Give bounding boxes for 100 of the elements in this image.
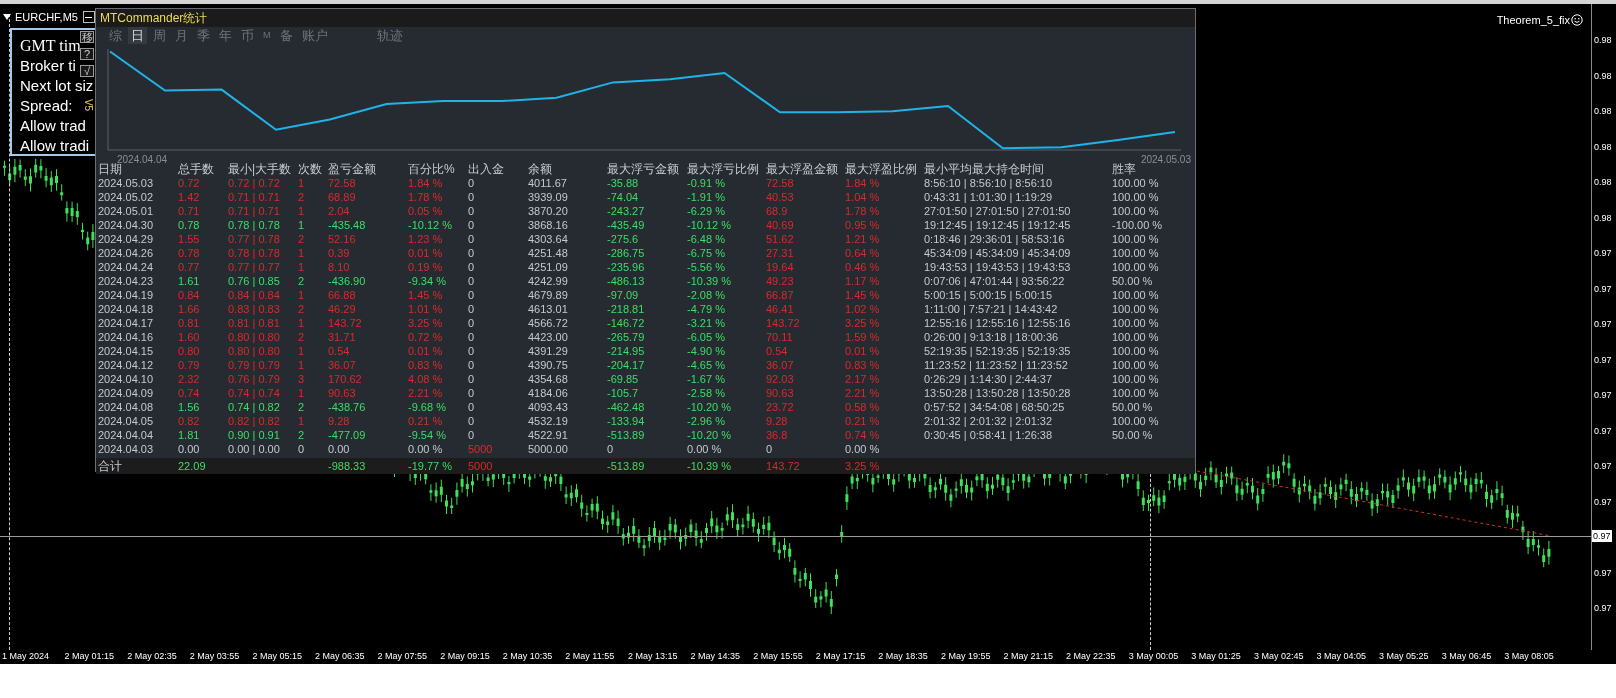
table-cell-text: 0 — [468, 274, 476, 288]
axis-label: 2024.05.03 — [1140, 153, 1191, 167]
price-label: 0.97 — [1594, 247, 1612, 259]
table-cell-text: 4532.19 — [528, 414, 569, 428]
tab[interactable]: 周 — [150, 27, 169, 44]
table-cell-text: 0.21 % — [408, 414, 444, 428]
info-line: Broker ti — [20, 56, 76, 76]
table-cell-text: 0.64 % — [845, 246, 881, 260]
table-cell-text: 2 — [298, 274, 306, 288]
table-cell-text: 100.00 % — [1112, 176, 1160, 190]
time-label: 2 May 11:55 — [565, 650, 616, 664]
tab[interactable]: 综 — [106, 27, 125, 44]
table-cell-text: 0.79 | 0.79 — [228, 358, 281, 372]
table-cell-text: -243.27 — [607, 204, 646, 218]
table-cell-text: 5000 — [468, 442, 494, 456]
panel-button[interactable]: √ — [80, 65, 94, 77]
table-cell-text: -10.20 % — [687, 428, 733, 442]
table-cell-text: 0 — [468, 344, 476, 358]
table-cell-text: 1 — [298, 414, 306, 428]
table-cell-text: 0.78 — [178, 246, 201, 260]
column-header: 余额 — [528, 162, 553, 176]
table-cell-text: -435.48 — [328, 218, 367, 232]
time-label: 3 May 06:45 — [1441, 650, 1493, 664]
table-cell-text: 50.00 % — [1112, 274, 1154, 288]
table-cell-text: 0.72 % — [408, 330, 444, 344]
table-cell-text: 4.08 % — [408, 372, 444, 386]
tab[interactable]: 轨迹 — [373, 27, 406, 44]
table-cell-text: 72.58 — [328, 176, 357, 190]
tab[interactable]: 季 — [194, 27, 213, 44]
time-label: 2 May 17:15 — [815, 650, 867, 664]
table-cell-text: 2024.04.15 — [98, 344, 155, 358]
table-cell-text: 0 — [468, 386, 476, 400]
tab[interactable]: 月 — [172, 27, 191, 44]
minimize-button[interactable] — [82, 11, 95, 23]
tab[interactable]: 日 — [128, 27, 147, 44]
tab[interactable]: 备 — [276, 27, 296, 44]
table-cell-text: 1.45 % — [845, 288, 881, 302]
time-label: 2 May 22:35 — [1066, 650, 1117, 664]
table-cell-text: 1.42 — [178, 190, 201, 204]
table-cell-text: 4423.00 — [528, 330, 569, 344]
column-header: 总手数 — [178, 162, 215, 176]
caret-icon[interactable] — [3, 14, 11, 20]
price-label: 0.97 — [1594, 602, 1612, 614]
table-cell-text: -9.54 % — [408, 428, 447, 442]
table-cell-text: 9.28 — [328, 414, 351, 428]
time-label: 2 May 21:15 — [1003, 650, 1055, 664]
table-cell-text: 0.76 | 0.79 — [228, 372, 281, 386]
table-cell-text: 0 — [468, 260, 476, 274]
tab[interactable]: M — [260, 27, 274, 44]
table-cell-text: 1.21 % — [845, 232, 881, 246]
time-label: 1 May 2024 — [2, 650, 51, 664]
tab[interactable]: 账户 — [298, 27, 331, 44]
table-cell-text: 2.17 % — [845, 372, 881, 386]
table-cell-text: 4251.09 — [528, 260, 569, 274]
panel-button[interactable]: ? — [80, 48, 94, 60]
table-cell-text: 0.77 | 0.77 — [228, 260, 281, 274]
table-cell-text: 0.78 | 0.78 — [228, 218, 281, 232]
table-cell-text: 0:26:29 | 1:14:30 | 2:44:37 — [924, 372, 1054, 386]
time-label: 2 May 15:55 — [753, 650, 804, 664]
table-cell-text: 0.82 — [178, 414, 201, 428]
table-cell-text: 0.74 % — [845, 428, 881, 442]
table-cell-text: 4011.67 — [528, 176, 568, 190]
tab[interactable]: 币 — [238, 27, 257, 44]
table-cell-text: 100.00 % — [1112, 204, 1160, 218]
table-cell-text: 1 — [298, 386, 306, 400]
table-cell-text: 0.83 % — [408, 358, 444, 372]
column-header: 最小平均最大持仓时间 — [924, 162, 1045, 176]
table-cell-text: 4522.91 — [528, 428, 569, 442]
table-cell-text: 100.00 % — [1112, 190, 1160, 204]
time-label: 3 May 02:45 — [1253, 650, 1305, 664]
table-cell-text: 0.01 % — [408, 246, 444, 260]
table-cell-text: 72.58 — [766, 176, 795, 190]
table-cell-text: 100.00 % — [1112, 330, 1160, 344]
table-cell-text: 3.25 % — [408, 316, 444, 330]
time-label: 2 May 19:55 — [940, 650, 992, 664]
table-cell-text: 0 — [468, 414, 476, 428]
table-cell-text: 0 — [468, 302, 476, 316]
version-label: V5 — [83, 98, 94, 112]
panel-button[interactable]: 移 — [80, 31, 94, 43]
table-cell-text: 50.00 % — [1112, 428, 1154, 442]
table-cell-text: 0.83 % — [845, 358, 881, 372]
table-cell-text: -10.12 % — [687, 218, 733, 232]
table-cell-text: 0 — [468, 232, 476, 246]
table-cell-text: -235.96 — [607, 260, 646, 274]
table-cell-text: 4184.06 — [528, 386, 569, 400]
table-cell-text: 0:18:46 | 29:36:01 | 58:53:16 — [924, 232, 1066, 246]
table-cell-text: 1 — [298, 218, 306, 232]
tab[interactable]: 年 — [216, 27, 235, 44]
time-label: 3 May 05:25 — [1379, 650, 1430, 664]
table-cell-text: 92.03 — [766, 372, 795, 386]
table-cell-text: 1.61 — [178, 274, 201, 288]
table-cell-text: 0 — [468, 400, 476, 414]
price-label: 0.98 — [1594, 211, 1612, 224]
table-cell-text: 0 — [468, 428, 476, 442]
table-cell-text: 100.00 % — [1112, 302, 1160, 316]
column-header: 盈亏金额 — [328, 162, 377, 176]
table-cell-text: -477.09 — [328, 428, 367, 442]
table-cell-text: 1.01 % — [408, 302, 444, 316]
table-cell-text: 2024.05.01 — [98, 204, 155, 218]
table-cell-text: 66.88 — [328, 288, 357, 302]
